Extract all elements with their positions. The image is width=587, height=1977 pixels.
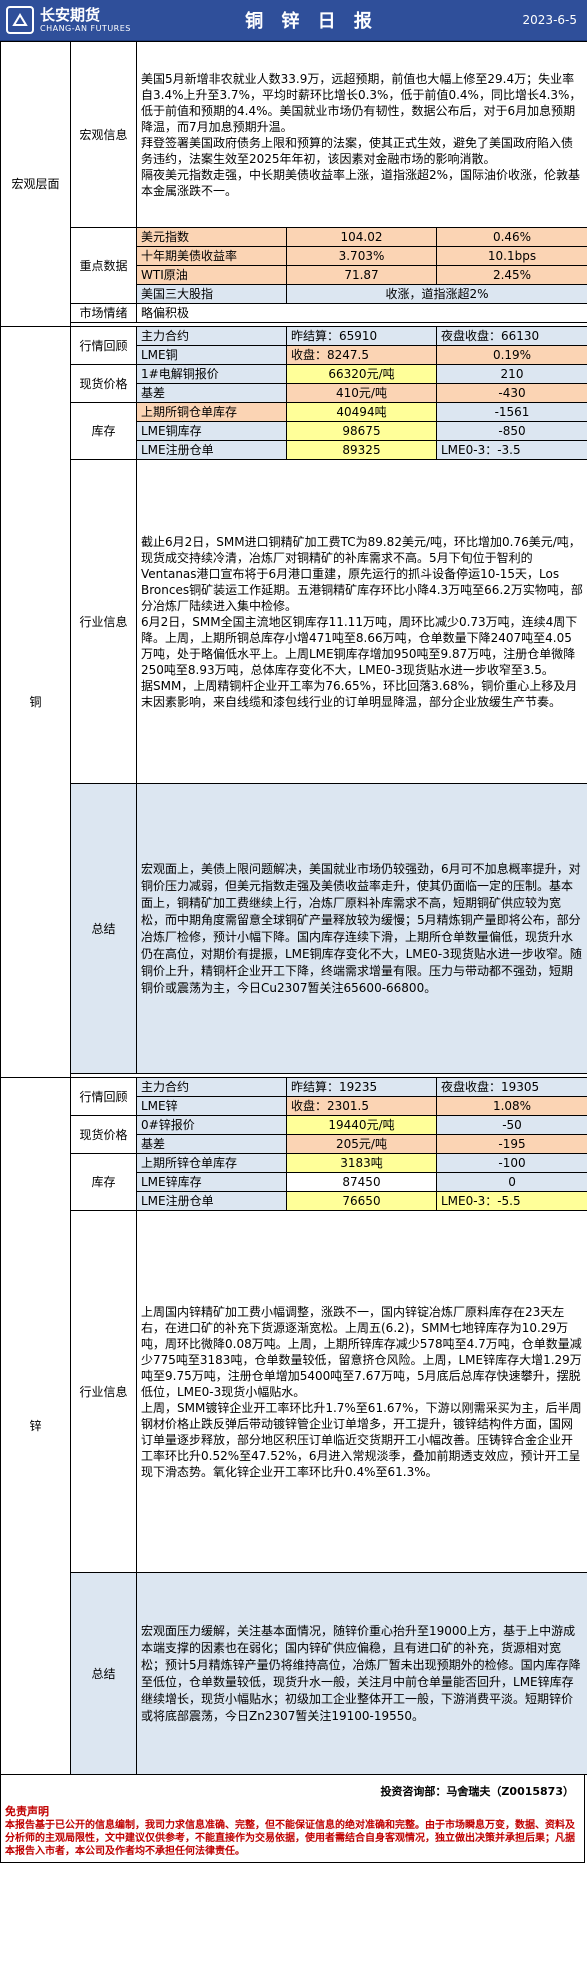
cu-stock-label: 库存 [70, 402, 137, 460]
cu-spot-price: 66320元/吨 [286, 364, 437, 384]
zn-lme-name: LME锌 [136, 1096, 287, 1116]
cu-spot-label: 现货价格 [70, 364, 137, 403]
brand-name-en: CHANG-AN FUTURES [40, 23, 131, 33]
cu-basis-name: 基差 [136, 383, 287, 403]
data-row-value: 104.02 [286, 227, 437, 247]
zn-stock-change: -100 [435, 1153, 587, 1173]
macro-info-label: 宏观信息 [70, 41, 137, 228]
cu-basis-value: 410元/吨 [286, 383, 437, 403]
zn-stock-change: 0 [435, 1172, 587, 1192]
data-row-value: 71.87 [286, 265, 437, 285]
cu-basis-change: -430 [435, 383, 587, 403]
report-table: 宏观层面 宏观信息 美国5月新增非农就业人数33.9万，远超预期，前值也大幅上修… [0, 41, 587, 1775]
cu-stock-name: LME铜库存 [136, 421, 287, 441]
cu-stock-value: 98675 [286, 421, 437, 441]
cu-night-close: 夜盘收盘：66130 [435, 326, 587, 346]
data-row-change: 2.45% [435, 265, 587, 285]
cu-market-label: 行情回顾 [70, 326, 137, 365]
zn-night-close: 夜盘收盘：19305 [435, 1077, 587, 1097]
section-zinc: 锌 [0, 1077, 71, 1775]
zn-industry-label: 行业信息 [70, 1210, 137, 1573]
cu-spot-name: 1#电解铜报价 [136, 364, 287, 384]
zn-summary-text: 宏观面压力缓解，关注基本面情况，随锌价重心抬升至19000上方，基于上中游成本端… [135, 1572, 587, 1775]
zn-stock-value: 87450 [286, 1172, 437, 1192]
cu-industry-text: 截止6月2日，SMM进口铜精矿加工费TC为89.82美元/吨，环比增加0.76美… [135, 459, 587, 784]
zn-stock-value: 76650 [286, 1191, 437, 1211]
section-macro: 宏观层面 [0, 41, 71, 327]
cu-industry-label: 行业信息 [70, 459, 137, 784]
cu-summary-label: 总结 [70, 783, 137, 1074]
zn-spot-name: 0#锌报价 [136, 1115, 287, 1135]
data-row-name: 美国三大股指 [136, 284, 287, 304]
zn-basis-change: -195 [435, 1134, 587, 1154]
zn-stock-label: 库存 [70, 1153, 137, 1211]
zn-summary-label: 总结 [70, 1572, 137, 1775]
cu-stock-name: 上期所铜仓单库存 [136, 402, 287, 422]
report-footer: 投资咨询部：马舍瑞夫（Z0015873） 免责声明 本报告基于已公开的信息编制，… [0, 1775, 585, 1863]
zn-stock-name: 上期所锌仓单库存 [136, 1153, 287, 1173]
cu-lme-close: 收盘：8247.5 [286, 345, 437, 365]
zn-spot-price: 19440元/吨 [286, 1115, 437, 1135]
cu-lme-change: 0.19% [435, 345, 587, 365]
market-mood-value: 略偏积极 [135, 303, 587, 323]
cu-main-contract: 主力合约 [136, 326, 287, 346]
report-header: 长安期货 CHANG-AN FUTURES 铜 锌 日 报 2023-6-5 [0, 0, 587, 41]
cu-lme-name: LME铜 [136, 345, 287, 365]
cu-spot-change: 210 [435, 364, 587, 384]
zn-lme-change: 1.08% [435, 1096, 587, 1116]
zn-stock-change: LME0-3：-5.5 [435, 1191, 587, 1211]
zn-prev-settle: 昨结算：19235 [286, 1077, 437, 1097]
report-date: 2023-6-5 [522, 13, 577, 27]
analyst-credit: 投资咨询部：马舍瑞夫（Z0015873） [380, 1785, 574, 1798]
cu-stock-value: 40494吨 [286, 402, 437, 422]
zn-industry-text: 上周国内锌精矿加工费小幅调整，涨跌不一，国内锌锭冶炼厂原料库存在23天左右，在进… [135, 1210, 587, 1573]
macro-info-text: 美国5月新增非农就业人数33.9万，远超预期，前值也大幅上修至29.4万；失业率… [135, 41, 587, 228]
cu-stock-name: LME注册仓单 [136, 440, 287, 460]
zn-lme-close: 收盘：2301.5 [286, 1096, 437, 1116]
data-row-change: 10.1bps [435, 246, 587, 266]
zn-spot-change: -50 [435, 1115, 587, 1135]
zn-spot-label: 现货价格 [70, 1115, 137, 1154]
data-row-name: 十年期美债收益率 [136, 246, 287, 266]
macro-data-label: 重点数据 [70, 227, 137, 304]
zn-market-label: 行情回顾 [70, 1077, 137, 1116]
cu-stock-value: 89325 [286, 440, 437, 460]
cu-summary-text: 宏观面上，美债上限问题解决，美国就业市场仍较强劲，6月可不加息概率提升，对铜价压… [135, 783, 587, 1074]
market-mood-label: 市场情绪 [70, 303, 137, 323]
logo-icon [6, 6, 34, 34]
cu-stock-change: LME0-3：-3.5 [435, 440, 587, 460]
data-row-value: 收涨，道指涨超2% [285, 284, 587, 304]
cu-prev-settle: 昨结算：65910 [286, 326, 437, 346]
disclaimer-text: 本报告基于已公开的信息编制，我司力求信息准确、完整，但不能保证信息的绝对准确和完… [5, 1820, 575, 1857]
zn-stock-value: 3183吨 [286, 1153, 437, 1173]
cu-stock-change: -850 [435, 421, 587, 441]
data-row-name: WTI原油 [136, 265, 287, 285]
company-logo: 长安期货 CHANG-AN FUTURES [0, 6, 156, 34]
data-row-change: 0.46% [435, 227, 587, 247]
cu-stock-change: -1561 [435, 402, 587, 422]
report-page: 长安期货 CHANG-AN FUTURES 铜 锌 日 报 2023-6-5 宏… [0, 0, 587, 1977]
zn-main-contract: 主力合约 [136, 1077, 287, 1097]
zn-stock-name: LME锌库存 [136, 1172, 287, 1192]
data-row-value: 3.703% [286, 246, 437, 266]
disclaimer-title: 免责声明 [5, 1805, 49, 1818]
zn-stock-name: LME注册仓单 [136, 1191, 287, 1211]
report-title: 铜 锌 日 报 [245, 11, 378, 32]
zn-basis-name: 基差 [136, 1134, 287, 1154]
brand-name-cn: 长安期货 [40, 5, 101, 24]
data-row-name: 美元指数 [136, 227, 287, 247]
zn-basis-value: 205元/吨 [286, 1134, 437, 1154]
section-copper: 铜 [0, 326, 71, 1078]
